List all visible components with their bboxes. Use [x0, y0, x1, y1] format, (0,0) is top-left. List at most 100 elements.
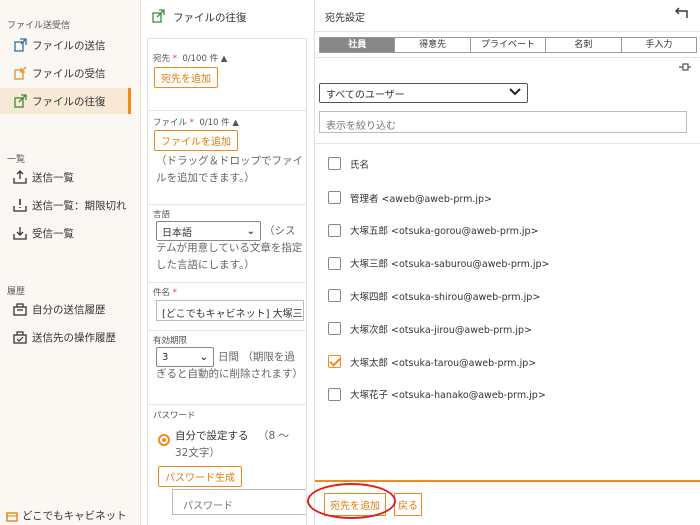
sidebar-item-label: ファイルの往復 — [32, 95, 106, 108]
highlight-ellipse — [307, 483, 396, 519]
sidebar-item-roundtrip-file[interactable]: ファイルの往復 — [0, 88, 131, 114]
recipient-checkbox[interactable] — [328, 322, 341, 336]
password-input[interactable]: パスワード — [172, 489, 306, 515]
back-arrow-icon[interactable] — [674, 6, 690, 24]
tab-business-cards[interactable]: 名刺 — [546, 38, 622, 52]
recipient-row[interactable]: 大塚太郎 <otsuka-tarou@aweb-prm.jp> — [315, 345, 700, 378]
tab-private[interactable]: プライベート — [470, 38, 547, 52]
file-help-text: （ドラッグ＆ドロップでファイルを追加できます。） — [156, 155, 303, 184]
language-help-text-1: （シス — [264, 225, 296, 237]
form-title: ファイルの往復 — [151, 9, 247, 26]
recipient-row[interactable]: 大塚四郎 <otsuka-shirou@aweb-prm.jp> — [315, 279, 700, 312]
collapse-up-icon: ▲ — [220, 54, 228, 64]
sidebar: ファイル送受信 ファイルの送信 ファイルの受信 ファイルの往復 一覧 送信一覧 … — [0, 0, 141, 525]
download-file-icon — [13, 66, 27, 80]
password-option-hint-2: 32文字） — [175, 447, 220, 459]
list-header-row: 氏名 — [315, 147, 700, 180]
chevron-down-icon: ⌄ — [199, 351, 208, 363]
recipient-checkbox[interactable] — [328, 289, 341, 303]
pin-icon[interactable] — [678, 62, 692, 75]
sidebar-item-label: 送信一覧：期限切れ — [32, 199, 127, 212]
recipient-checkbox[interactable] — [328, 387, 341, 401]
panel-divider — [315, 31, 700, 32]
recipient-checkbox[interactable] — [328, 191, 341, 204]
recipients-label: 宛先 * 0/100 件 ▲ — [153, 54, 228, 64]
filter-input[interactable]: 表示を絞り込む — [319, 111, 687, 133]
chevron-down-icon — [509, 87, 521, 99]
password-self-radio[interactable] — [158, 434, 170, 446]
recipient-label: 大塚次郎 <otsuka-jirou@aweb-prm.jp> — [350, 324, 532, 336]
roundtrip-file-icon — [13, 94, 27, 108]
name-column-header: 氏名 — [350, 159, 370, 171]
form-title-text: ファイルの往復 — [173, 12, 247, 24]
sidebar-item-label: 送信一覧 — [32, 171, 74, 184]
language-select[interactable]: 日本語 ⌄ — [156, 221, 261, 241]
outbox-expired-icon — [13, 198, 27, 212]
sidebar-footer-link[interactable]: どこでもキャビネット — [6, 508, 127, 523]
recipient-row[interactable]: 管理者 <aweb@aweb-prm.jp> — [315, 181, 700, 214]
language-label: 言語 — [153, 210, 171, 220]
recipient-settings-panel: 宛先設定 社員 得意先 プライベート 名刺 手入力 すべてのユーザー 表示を絞り… — [314, 0, 700, 525]
password-option-label: 自分で設定する — [175, 430, 249, 442]
language-section: 言語 日本語 ⌄ （シス テムが用意している文章を指定した言語にします。） — [148, 205, 306, 283]
add-file-button[interactable]: ファイルを追加 — [154, 130, 238, 151]
recipient-row[interactable]: 大塚五郎 <otsuka-gorou@aweb-prm.jp> — [315, 214, 700, 247]
expiry-unit: 日間 （期限を過 — [218, 351, 295, 363]
file-roundtrip-form: ファイルの往復 宛先 * 0/100 件 ▲ 宛先を追加 ファイル * 0/10… — [141, 0, 314, 525]
recipient-row[interactable]: 大塚三郎 <otsuka-saburou@aweb-prm.jp> — [315, 247, 700, 280]
recipient-checkbox[interactable] — [328, 223, 341, 237]
recipient-tabs: 社員 得意先 プライベート 名刺 手入力 — [319, 37, 697, 53]
back-button[interactable]: 戻る — [394, 493, 422, 516]
outbox-icon — [13, 170, 27, 184]
sidebar-item-receive-file[interactable]: ファイルの受信 — [0, 60, 131, 86]
sidebar-item-label: 送信先の操作履歴 — [32, 331, 116, 344]
language-help-text-2: テムが用意している文章を指定した言語にします。） — [156, 242, 303, 271]
recipient-checkbox[interactable] — [328, 256, 341, 270]
upload-file-icon — [13, 38, 27, 52]
user-group-select[interactable]: すべてのユーザー — [319, 83, 528, 103]
recipient-label: 大塚三郎 <otsuka-saburou@aweb-prm.jp> — [350, 259, 550, 271]
sidebar-item-receive-list[interactable]: 受信一覧 — [0, 220, 131, 246]
chevron-down-icon: ⌄ — [246, 225, 255, 237]
recipient-history-icon — [13, 330, 27, 344]
tab-customers[interactable]: 得意先 — [395, 38, 471, 52]
recipients-section: 宛先 * 0/100 件 ▲ 宛先を追加 — [148, 39, 306, 111]
tab-manual-input[interactable]: 手入力 — [621, 38, 697, 52]
recipient-label: 管理者 <aweb@aweb-prm.jp> — [350, 193, 493, 205]
sidebar-item-label: 受信一覧 — [32, 227, 74, 240]
sidebar-item-send-file[interactable]: ファイルの送信 — [0, 32, 131, 58]
subject-section: 件名 * [どこでもキャビネット] 大塚三 — [148, 283, 306, 331]
recipient-row[interactable]: 大塚花子 <otsuka-hanako@aweb-prm.jp> — [315, 378, 700, 411]
file-label: ファイル * 0/10 件 ▲ — [153, 118, 239, 128]
password-option-hint-1: （8 〜 — [258, 430, 290, 442]
sidebar-item-label: ファイルの送信 — [32, 39, 106, 52]
sidebar-item-my-send-history[interactable]: 自分の送信履歴 — [0, 296, 131, 322]
sidebar-item-send-list[interactable]: 送信一覧 — [0, 164, 131, 190]
expiry-select[interactable]: 3 ⌄ — [156, 347, 214, 367]
sidebar-item-label: 自分の送信履歴 — [32, 303, 106, 316]
cabinet-icon — [6, 510, 18, 522]
form-box: 宛先 * 0/100 件 ▲ 宛先を追加 ファイル * 0/10 件 ▲ ファイ… — [147, 38, 307, 525]
sidebar-section-send: ファイル送受信 — [7, 21, 71, 31]
panel-divider — [315, 143, 700, 144]
add-recipient-button[interactable]: 宛先を追加 — [154, 67, 218, 88]
subject-label: 件名 * — [153, 288, 177, 298]
password-generate-button[interactable]: パスワード生成 — [158, 466, 242, 487]
sidebar-item-recipient-history[interactable]: 送信先の操作履歴 — [0, 324, 131, 350]
sidebar-footer-label: どこでもキャビネット — [22, 510, 127, 522]
recipient-label: 大塚花子 <otsuka-hanako@aweb-prm.jp> — [350, 390, 546, 402]
send-history-icon — [13, 302, 27, 316]
recipient-label: 大塚太郎 <otsuka-tarou@aweb-prm.jp> — [350, 357, 537, 369]
sidebar-item-send-list-expired[interactable]: 送信一覧：期限切れ — [0, 192, 131, 218]
password-label: パスワード — [153, 411, 196, 421]
expiry-help-text-1: （期限を過 — [242, 351, 295, 363]
tab-employees[interactable]: 社員 — [320, 38, 396, 52]
sidebar-item-label: ファイルの受信 — [32, 67, 106, 80]
password-section: パスワード 自分で設定する （8 〜 32文字） パスワード生成 パスワード — [148, 405, 306, 525]
select-all-checkbox[interactable] — [328, 157, 341, 170]
subject-input[interactable]: [どこでもキャビネット] 大塚三 — [156, 300, 304, 321]
recipient-checkbox[interactable] — [328, 355, 341, 368]
expiry-section: 有効期限 3 ⌄ 日間 （期限を過 ぎると自動的に削除されます） — [148, 331, 306, 405]
recipient-row[interactable]: 大塚次郎 <otsuka-jirou@aweb-prm.jp> — [315, 312, 700, 345]
file-section: ファイル * 0/10 件 ▲ ファイルを追加 （ドラッグ＆ドロップでファイルを… — [148, 111, 306, 205]
